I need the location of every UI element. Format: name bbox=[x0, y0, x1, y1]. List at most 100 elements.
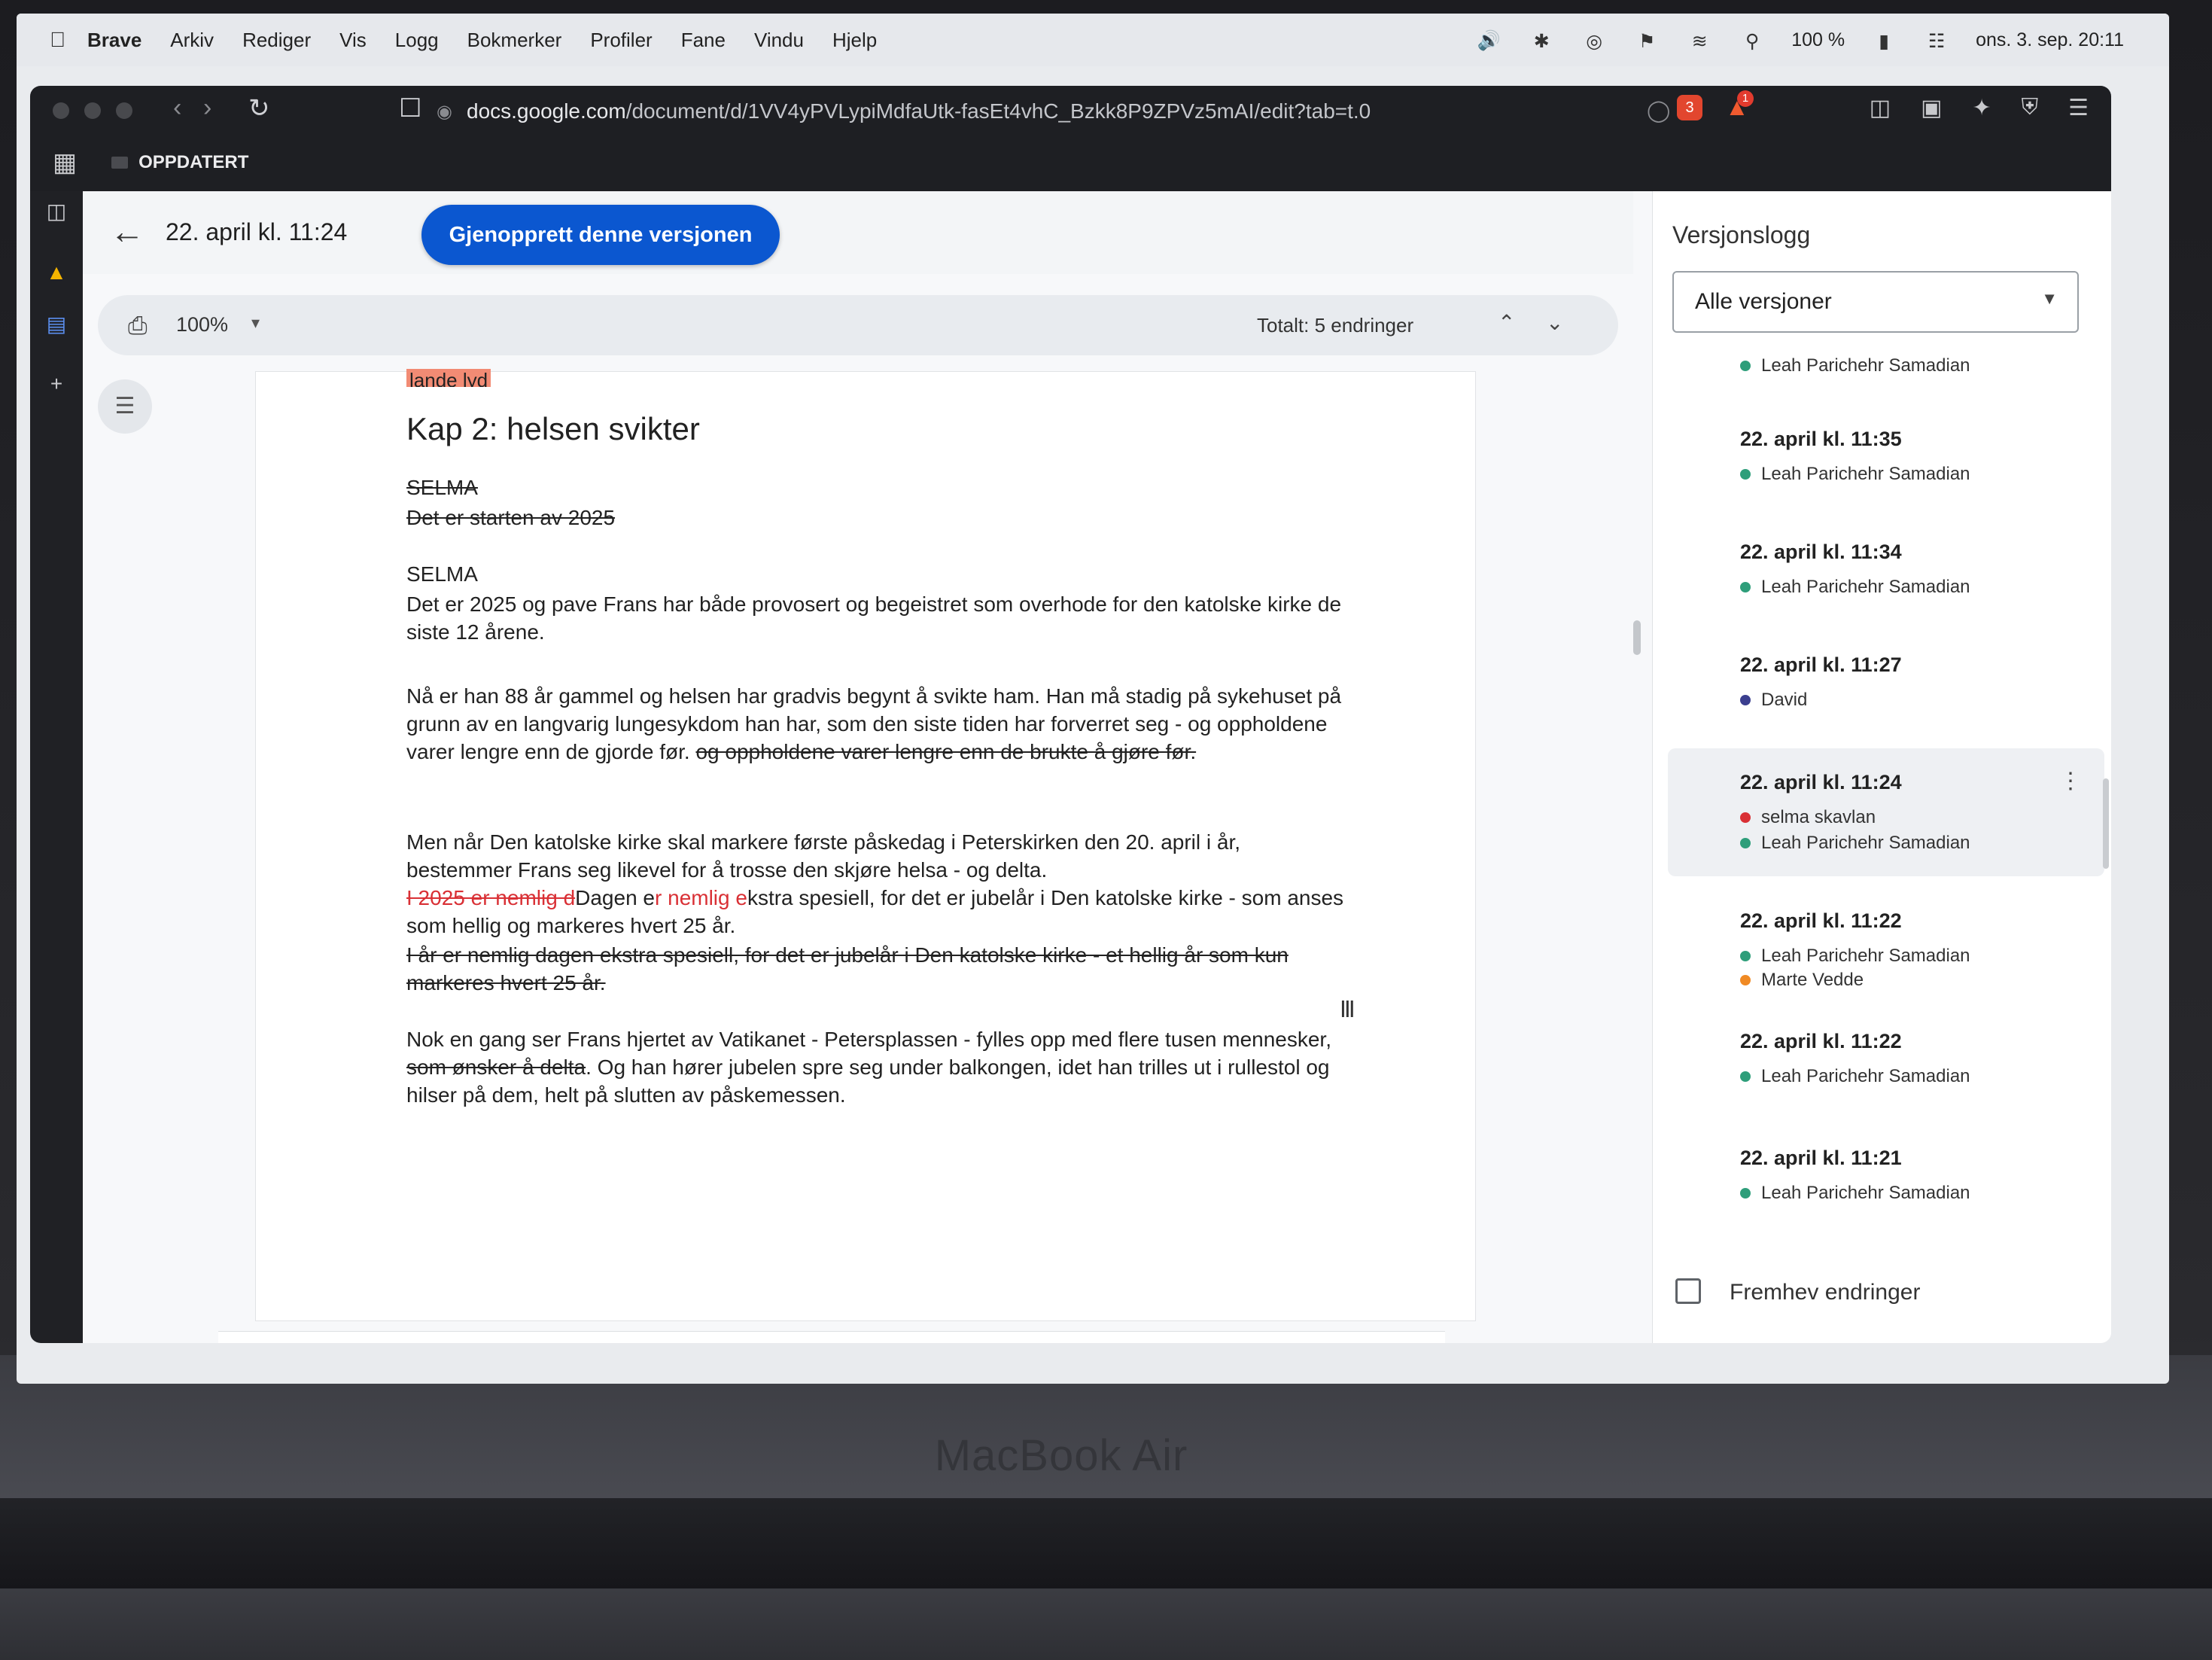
p4-inserted: r nemlig e bbox=[655, 886, 747, 909]
share-icon[interactable]: ◯ bbox=[1647, 98, 1670, 123]
menu-profiler[interactable]: Profiler bbox=[590, 29, 652, 52]
author-color-dot bbox=[1740, 838, 1751, 848]
zoom-window-button[interactable] bbox=[116, 102, 132, 119]
menu-vindu[interactable]: Vindu bbox=[754, 29, 804, 52]
wallet-icon[interactable]: ▣ bbox=[1921, 95, 1942, 121]
version-author: Leah Parichehr Samadian bbox=[1740, 577, 1970, 598]
menu-app[interactable]: Brave bbox=[87, 29, 141, 52]
airplay-icon[interactable]: ◎ bbox=[1581, 30, 1608, 52]
version-author: Leah Parichehr Samadian bbox=[1740, 464, 1970, 485]
version-filter-value: Alle versjoner bbox=[1695, 289, 1832, 314]
search-icon[interactable]: ⚲ bbox=[1739, 30, 1766, 52]
reload-icon[interactable]: ↻ bbox=[248, 93, 270, 123]
author-color-dot bbox=[1740, 975, 1751, 985]
bluetooth-icon[interactable]: ✱ bbox=[1528, 30, 1555, 52]
author-name: Marte Vedde bbox=[1761, 970, 1864, 990]
version-history-panel: Versjonslogg Alle versjoner ▼ Leah Paric… bbox=[1652, 191, 2111, 1343]
close-window-button[interactable] bbox=[53, 102, 69, 119]
author-name: selma skavlan bbox=[1761, 807, 1876, 827]
version-list-scrollbar[interactable] bbox=[2103, 778, 2109, 869]
address-bar[interactable]: docs.google.com/document/d/1VV4yPVLypiMd… bbox=[467, 93, 1633, 129]
menu-arkiv[interactable]: Arkiv bbox=[170, 29, 214, 52]
version-filter-select[interactable]: Alle versjoner ▼ bbox=[1672, 271, 2079, 333]
version-time: 22. april kl. 11:27 bbox=[1740, 653, 1902, 676]
menu-rediger[interactable]: Rediger bbox=[242, 29, 311, 52]
minimize-window-button[interactable] bbox=[84, 102, 101, 119]
extension-icons: ◫ ▣ ✦ ⛨ ☰ bbox=[1870, 95, 2089, 121]
highlight-changes-row: Fremhev endringer bbox=[1653, 1268, 2111, 1336]
version-item[interactable]: 22. april kl. 11:22 Leah Parichehr Samad… bbox=[1668, 899, 2104, 997]
forward-icon[interactable]: › bbox=[203, 93, 211, 123]
control-center-icon[interactable]: ☷ bbox=[1923, 30, 1950, 52]
version-author: David bbox=[1740, 690, 1807, 711]
version-header: ← 22. april kl. 11:24 Gjenopprett denne … bbox=[83, 191, 1633, 274]
bookmark-folder[interactable]: OPPDATERT bbox=[111, 152, 248, 173]
version-item[interactable]: 22. april kl. 11:27 David bbox=[1668, 643, 2104, 726]
version-item[interactable]: Leah Parichehr Samadian bbox=[1668, 349, 2104, 394]
google-drive-icon[interactable]: ▲ bbox=[44, 260, 69, 286]
menubar:  Brave Arkiv Rediger Vis Logg Bokmerker… bbox=[17, 14, 2169, 66]
version-item[interactable]: 22. april kl. 11:21 Leah Parichehr Samad… bbox=[1668, 1136, 2104, 1219]
paragraph-4: I 2025 er nemlig dDagen er nemlig ekstra… bbox=[406, 884, 1347, 940]
version-author: Leah Parichehr Samadian bbox=[1740, 355, 1970, 376]
vpn-shield-icon[interactable]: ⛨ bbox=[2022, 95, 2039, 121]
version-item[interactable]: 22. april kl. 11:34 Leah Parichehr Samad… bbox=[1668, 530, 2104, 613]
version-item[interactable]: 22. april kl. 11:22 Leah Parichehr Samad… bbox=[1668, 1019, 2104, 1102]
bookmark-icon[interactable]: ☐ bbox=[399, 93, 421, 123]
document-page[interactable]: lande lyd Kap 2: helsen svikter SELMA De… bbox=[256, 369, 1475, 1320]
google-docs-icon[interactable]: ▤ bbox=[44, 312, 69, 337]
version-author: Leah Parichehr Samadian bbox=[1740, 1183, 1970, 1204]
menubar-clock[interactable]: ons. 3. sep. 20:11 bbox=[1976, 29, 2124, 51]
sidebar-toggle-icon[interactable]: ◫ bbox=[1870, 95, 1891, 121]
menu-hjelp[interactable]: Hjelp bbox=[832, 29, 877, 52]
apps-grid-icon[interactable]: ▦ bbox=[53, 148, 77, 178]
highlight-changes-checkbox[interactable] bbox=[1675, 1278, 1701, 1304]
back-arrow-icon[interactable]: ← bbox=[110, 211, 145, 251]
zoom-select[interactable]: 100% bbox=[176, 313, 228, 337]
wifi-icon[interactable]: ≋ bbox=[1686, 30, 1713, 52]
leo-ai-icon[interactable]: ✦ bbox=[1972, 95, 1991, 121]
menu-fane[interactable]: Fane bbox=[681, 29, 726, 52]
menu-logg[interactable]: Logg bbox=[395, 29, 439, 52]
p4-text-a: Dagen e bbox=[575, 886, 656, 909]
author-color-dot bbox=[1740, 361, 1751, 371]
battery-icon[interactable]: ▮ bbox=[1870, 30, 1897, 52]
author-color-dot bbox=[1740, 582, 1751, 592]
previous-change-icon[interactable]: ⌃ bbox=[1498, 310, 1515, 335]
sidebar-panel-icon[interactable]: ◫ bbox=[44, 199, 69, 224]
restore-version-button[interactable]: Gjenopprett denne versjonen bbox=[421, 205, 780, 265]
back-icon[interactable]: ‹ bbox=[173, 93, 181, 123]
version-item-selected[interactable]: 22. april kl. 11:24 ⋮ selma skavlan Leah… bbox=[1668, 748, 2104, 876]
zoom-caret-icon[interactable]: ▾ bbox=[251, 313, 260, 333]
menu-bokmerker[interactable]: Bokmerker bbox=[467, 29, 562, 52]
version-item[interactable]: 22. april kl. 11:35 Leah Parichehr Samad… bbox=[1668, 417, 2104, 500]
brave-shields-icon[interactable]: 3 bbox=[1677, 95, 1702, 120]
p6-deleted: som ønsker å delta bbox=[406, 1055, 586, 1079]
flag-icon[interactable]: ⚑ bbox=[1633, 30, 1660, 52]
browser-toolbar: ‹ › ↻ ☐ ◉ docs.google.com/document/d/1VV… bbox=[30, 86, 2111, 191]
author-color-dot bbox=[1740, 695, 1751, 705]
volume-icon[interactable]: 🔊 bbox=[1475, 30, 1502, 51]
more-options-icon[interactable]: ⋮ bbox=[2059, 768, 2082, 794]
next-change-icon[interactable]: ⌄ bbox=[1546, 310, 1563, 335]
docs-app: ← 22. april kl. 11:24 Gjenopprett denne … bbox=[83, 191, 2111, 1343]
author-name: Leah Parichehr Samadian bbox=[1761, 833, 1970, 853]
highlight-changes-label[interactable]: Fremhev endringer bbox=[1730, 1280, 1920, 1305]
version-time: 22. april kl. 11:22 bbox=[1740, 1030, 1902, 1052]
version-time: 22. april kl. 11:24 bbox=[1740, 771, 1902, 793]
print-icon[interactable]: ⎙ bbox=[128, 312, 148, 340]
menu-vis[interactable]: Vis bbox=[339, 29, 367, 52]
device-label: MacBook Air bbox=[934, 1431, 1188, 1480]
document-scrollbar[interactable] bbox=[1633, 620, 1641, 655]
menu-icon[interactable]: ☰ bbox=[2068, 95, 2089, 121]
author-name: David bbox=[1761, 690, 1808, 710]
version-author: Leah Parichehr Samadian bbox=[1740, 1066, 1970, 1087]
outline-icon[interactable]: ☰ bbox=[98, 379, 152, 434]
author-color-dot bbox=[1740, 951, 1751, 961]
version-time: 22. april kl. 11:34 bbox=[1740, 541, 1902, 563]
apple-icon[interactable]:  bbox=[17, 28, 65, 52]
add-panel-icon[interactable]: + bbox=[44, 372, 69, 397]
dropdown-caret-icon: ▼ bbox=[2041, 289, 2058, 308]
site-info-icon[interactable]: ◉ bbox=[437, 101, 452, 123]
version-time: 22. april kl. 11:35 bbox=[1740, 428, 1902, 450]
